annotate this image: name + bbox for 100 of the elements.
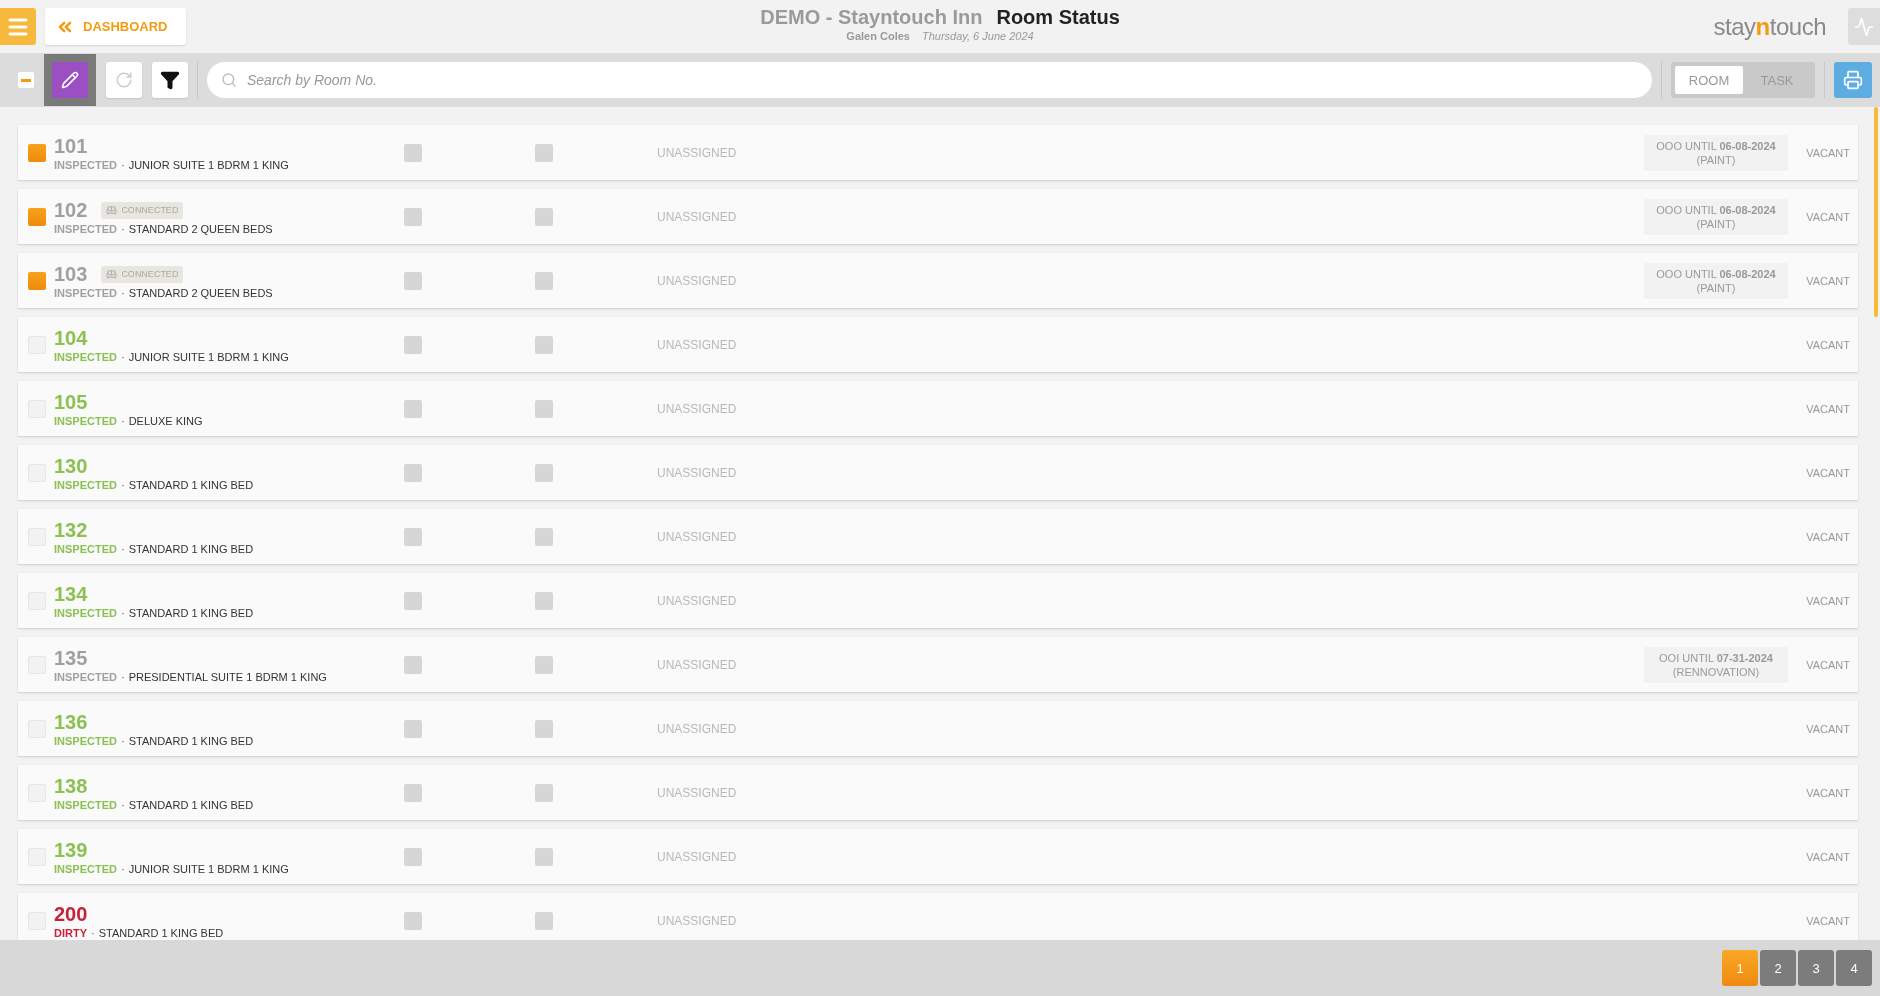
room-row[interactable]: 136 INSPECTED · STANDARD 1 KING BED UNASSIGNED VACANT xyxy=(18,701,1858,756)
empty-square-icon xyxy=(404,399,422,418)
empty-square-icon xyxy=(535,911,553,930)
sofa-icon xyxy=(106,204,118,216)
select-all-checkbox[interactable] xyxy=(18,72,34,88)
empty-square-icon xyxy=(535,847,553,866)
separator-dot: · xyxy=(120,286,125,299)
room-number: 101 xyxy=(54,134,88,158)
room-number: 136 xyxy=(54,710,88,734)
scrollbar[interactable] xyxy=(1874,107,1878,317)
empty-square-icon xyxy=(404,207,422,226)
room-row[interactable]: 102 CONNECTED INSPECTED · STANDARD 2 QUEEN BEDS UNASSIGNED OOO UNTIL 06-08-2024 (PAINT) VACANT xyxy=(18,189,1858,244)
assignee: UNASSIGNED xyxy=(657,337,738,352)
occupancy-status: VACANT xyxy=(1806,530,1850,543)
room-number: 132 xyxy=(54,518,88,542)
room-type: STANDARD 2 QUEEN BEDS xyxy=(128,222,273,235)
empty-square-icon xyxy=(404,527,422,546)
activity-button[interactable] xyxy=(1848,8,1880,45)
room-checkbox[interactable] xyxy=(28,143,46,162)
print-button[interactable] xyxy=(1834,62,1872,98)
edit-button[interactable] xyxy=(44,54,96,106)
room-row[interactable]: 200 DIRTY · STANDARD 1 KING BED UNASSIGNED VACANT xyxy=(18,893,1858,940)
room-row[interactable]: 138 INSPECTED · STANDARD 1 KING BED UNASSIGNED VACANT xyxy=(18,765,1858,820)
room-number: 105 xyxy=(54,390,88,414)
room-type: JUNIOR SUITE 1 BDRM 1 KING xyxy=(128,350,289,363)
pulse-icon xyxy=(1854,16,1874,37)
room-checkbox[interactable] xyxy=(28,271,46,290)
room-number: 139 xyxy=(54,838,88,862)
empty-square-icon xyxy=(404,655,422,674)
assignee: UNASSIGNED xyxy=(657,529,738,544)
occupancy-status: VACANT xyxy=(1806,466,1850,479)
separator-dot: · xyxy=(120,222,125,235)
room-status: INSPECTED xyxy=(54,798,117,811)
separator-dot: · xyxy=(120,158,125,171)
empty-square-icon xyxy=(535,271,553,290)
room-row[interactable]: 101 INSPECTED · JUNIOR SUITE 1 BDRM 1 KING UNASSIGNED OOO UNTIL 06-08-2024 (PAINT) VACANT xyxy=(18,125,1858,180)
occupancy-status: VACANT xyxy=(1806,146,1850,159)
room-type: STANDARD 1 KING BED xyxy=(128,542,254,555)
room-status: INSPECTED xyxy=(54,734,117,747)
room-number: 104 xyxy=(54,326,88,350)
filter-button[interactable] xyxy=(152,62,188,98)
hotel-name: DEMO - Stayntouch Inn xyxy=(760,6,983,29)
menu-button[interactable] xyxy=(0,8,36,45)
separator-dot: · xyxy=(120,414,125,427)
page-button[interactable]: 2 xyxy=(1760,950,1796,986)
occupancy-status: VACANT xyxy=(1806,914,1850,927)
printer-icon xyxy=(1843,70,1863,90)
assignee: UNASSIGNED xyxy=(657,785,738,800)
room-row[interactable]: 130 INSPECTED · STANDARD 1 KING BED UNASSIGNED VACANT xyxy=(18,445,1858,500)
empty-square-icon xyxy=(535,463,553,482)
room-row[interactable]: 105 INSPECTED · DELUXE KING UNASSIGNED VACANT xyxy=(18,381,1858,436)
page-button[interactable]: 4 xyxy=(1836,950,1872,986)
empty-square-icon xyxy=(535,399,553,418)
room-row[interactable]: 132 INSPECTED · STANDARD 1 KING BED UNASSIGNED VACANT xyxy=(18,509,1858,564)
separator-dot: · xyxy=(120,798,125,811)
service-status: OOO UNTIL 06-08-2024 (PAINT) xyxy=(1644,262,1788,299)
occupancy-status: VACANT xyxy=(1806,658,1850,671)
room-number: 138 xyxy=(54,774,88,798)
room-type: STANDARD 1 KING BED xyxy=(128,606,254,619)
service-status: OOO UNTIL 06-08-2024 (PAINT) xyxy=(1644,134,1788,171)
assignee: UNASSIGNED xyxy=(657,913,738,928)
occupancy-status: VACANT xyxy=(1806,210,1850,223)
room-status: INSPECTED xyxy=(54,478,117,491)
empty-square-icon xyxy=(404,591,422,610)
room-type: PRESIDENTIAL SUITE 1 BDRM 1 KING xyxy=(128,670,327,683)
assignee: UNASSIGNED xyxy=(657,465,738,480)
occupancy-status: VACANT xyxy=(1806,850,1850,863)
empty-square-icon xyxy=(404,847,422,866)
room-row[interactable]: 103 CONNECTED INSPECTED · STANDARD 2 QUEEN BEDS UNASSIGNED OOO UNTIL 06-08-2024 (PAINT) VACANT xyxy=(18,253,1858,308)
search-field[interactable]: Search by Room No. xyxy=(207,62,1652,98)
assignee: UNASSIGNED xyxy=(657,721,738,736)
empty-square-icon xyxy=(535,783,553,802)
empty-square-icon xyxy=(404,271,422,290)
room-type: STANDARD 2 QUEEN BEDS xyxy=(128,286,273,299)
room-status: INSPECTED xyxy=(54,414,117,427)
assignee: UNASSIGNED xyxy=(657,273,738,288)
empty-square-icon xyxy=(404,911,422,930)
separator-dot: · xyxy=(120,478,125,491)
occupancy-status: VACANT xyxy=(1806,722,1850,735)
assignee: UNASSIGNED xyxy=(657,145,738,160)
room-checkbox[interactable] xyxy=(28,207,46,226)
separator-dot: · xyxy=(120,606,125,619)
room-type: DELUXE KING xyxy=(128,414,203,427)
room-row[interactable]: 135 INSPECTED · PRESIDENTIAL SUITE 1 BDRM 1 KING UNASSIGNED OOI UNTIL 07-31-2024 (RENNOVATION) VACANT xyxy=(18,637,1858,692)
room-row[interactable]: 139 INSPECTED · JUNIOR SUITE 1 BDRM 1 KING UNASSIGNED VACANT xyxy=(18,829,1858,884)
refresh-button[interactable] xyxy=(106,62,142,98)
room-status: INSPECTED xyxy=(54,286,117,299)
assignee: UNASSIGNED xyxy=(657,849,738,864)
empty-square-icon xyxy=(404,719,422,738)
room-row[interactable]: 134 INSPECTED · STANDARD 1 KING BED UNASSIGNED VACANT xyxy=(18,573,1858,628)
page-button[interactable]: 3 xyxy=(1798,950,1834,986)
empty-square-icon xyxy=(535,143,553,162)
empty-square-icon xyxy=(404,143,422,162)
empty-square-icon xyxy=(404,783,422,802)
empty-square-icon xyxy=(404,335,422,354)
room-type: STANDARD 1 KING BED xyxy=(128,478,254,491)
empty-square-icon xyxy=(535,527,553,546)
room-status: INSPECTED xyxy=(54,542,117,555)
room-row[interactable]: 104 INSPECTED · JUNIOR SUITE 1 BDRM 1 KING UNASSIGNED VACANT xyxy=(18,317,1858,372)
logo: stayntouch xyxy=(1713,12,1826,41)
